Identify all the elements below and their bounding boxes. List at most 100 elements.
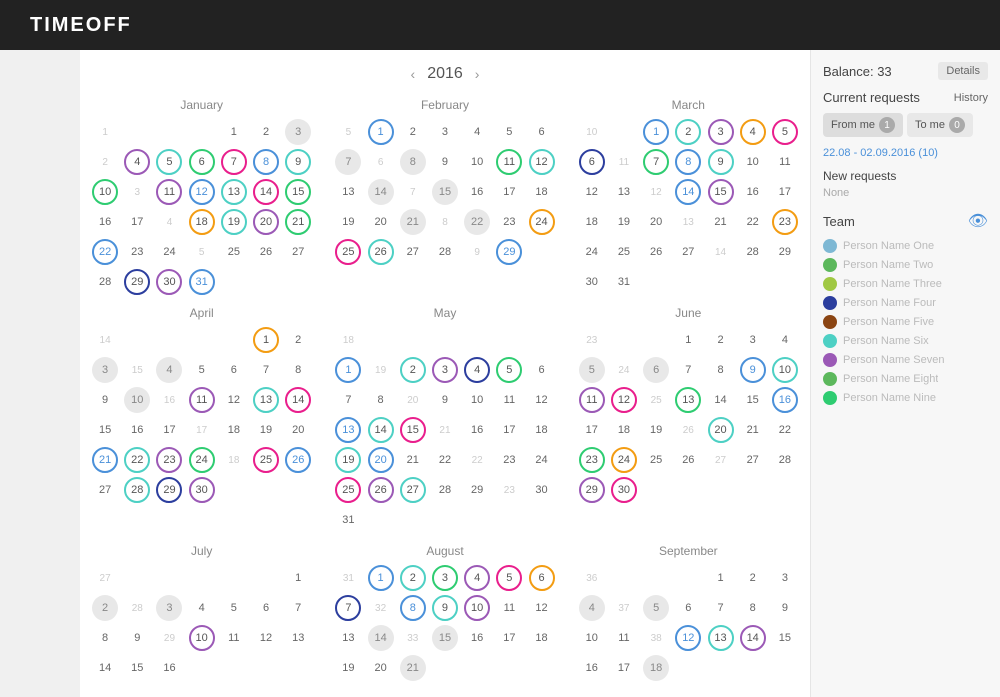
cal-day[interactable]: 21	[400, 209, 426, 235]
cal-day[interactable]: 27	[92, 477, 118, 503]
cal-day[interactable]: 25	[253, 447, 279, 473]
cal-day[interactable]: 6	[189, 149, 215, 175]
cal-day[interactable]: 9	[432, 149, 458, 175]
cal-day[interactable]: 30	[529, 477, 555, 503]
cal-day[interactable]: 10	[464, 149, 490, 175]
cal-day[interactable]: 22	[740, 209, 766, 235]
cal-day[interactable]: 13	[221, 179, 247, 205]
cal-day[interactable]: 24	[529, 447, 555, 473]
team-member[interactable]: Person Name Four	[823, 296, 988, 310]
cal-day[interactable]: 9	[708, 149, 734, 175]
cal-day[interactable]: 12	[675, 625, 701, 651]
cal-day[interactable]: 25	[611, 239, 637, 265]
cal-day[interactable]: 6	[253, 595, 279, 621]
cal-day[interactable]: 2	[400, 565, 426, 591]
cal-day[interactable]: 25	[335, 477, 361, 503]
cal-day[interactable]: 10	[189, 625, 215, 651]
cal-day[interactable]: 17	[579, 417, 605, 443]
cal-day[interactable]: 14	[92, 655, 118, 681]
cal-day[interactable]: 22	[432, 447, 458, 473]
cal-day[interactable]: 6	[643, 357, 669, 383]
cal-day[interactable]: 22	[772, 417, 798, 443]
cal-day[interactable]: 8	[400, 595, 426, 621]
cal-day[interactable]: 23	[579, 447, 605, 473]
cal-day[interactable]: 17	[496, 179, 522, 205]
cal-day[interactable]: 9	[740, 357, 766, 383]
cal-day[interactable]: 19	[253, 417, 279, 443]
cal-day[interactable]: 7	[675, 357, 701, 383]
cal-day[interactable]: 9	[432, 387, 458, 413]
cal-day[interactable]: 23	[772, 209, 798, 235]
cal-day[interactable]: 4	[124, 149, 150, 175]
cal-day[interactable]: 24	[611, 447, 637, 473]
cal-day[interactable]: 14	[253, 179, 279, 205]
cal-day[interactable]: 17	[611, 655, 637, 681]
cal-day[interactable]: 8	[92, 625, 118, 651]
cal-day[interactable]: 8	[253, 149, 279, 175]
cal-day[interactable]: 16	[464, 179, 490, 205]
cal-day[interactable]: 3	[156, 595, 182, 621]
cal-day[interactable]: 24	[189, 447, 215, 473]
cal-day[interactable]: 27	[285, 239, 311, 265]
cal-day[interactable]: 15	[285, 179, 311, 205]
cal-day[interactable]: 10	[464, 387, 490, 413]
cal-day[interactable]: 18	[579, 209, 605, 235]
cal-day[interactable]: 23	[496, 447, 522, 473]
cal-day[interactable]: 31	[611, 269, 637, 295]
cal-day[interactable]: 5	[643, 595, 669, 621]
cal-day[interactable]: 3	[432, 565, 458, 591]
cal-day[interactable]: 4	[464, 357, 490, 383]
cal-day[interactable]: 5	[496, 119, 522, 145]
cal-day[interactable]: 6	[529, 565, 555, 591]
cal-day[interactable]: 15	[740, 387, 766, 413]
cal-day[interactable]: 4	[189, 595, 215, 621]
cal-day[interactable]: 2	[92, 595, 118, 621]
cal-day[interactable]: 2	[400, 119, 426, 145]
cal-day[interactable]: 1	[368, 119, 394, 145]
cal-day[interactable]: 6	[579, 149, 605, 175]
cal-day[interactable]: 1	[368, 565, 394, 591]
cal-day[interactable]: 7	[335, 149, 361, 175]
cal-day[interactable]: 2	[740, 565, 766, 591]
cal-day[interactable]: 12	[579, 179, 605, 205]
cal-day[interactable]: 10	[772, 357, 798, 383]
cal-day[interactable]: 19	[611, 209, 637, 235]
cal-day[interactable]: 18	[643, 655, 669, 681]
cal-day[interactable]: 16	[579, 655, 605, 681]
cal-day[interactable]: 2	[253, 119, 279, 145]
cal-day[interactable]: 11	[496, 595, 522, 621]
cal-day[interactable]: 13	[708, 625, 734, 651]
cal-day[interactable]: 4	[740, 119, 766, 145]
cal-day[interactable]: 1	[643, 119, 669, 145]
cal-day[interactable]: 29	[156, 477, 182, 503]
cal-day[interactable]: 15	[708, 179, 734, 205]
cal-day[interactable]: 16	[464, 625, 490, 651]
cal-day[interactable]: 22	[464, 209, 490, 235]
cal-day[interactable]: 2	[285, 327, 311, 353]
cal-day[interactable]: 11	[611, 625, 637, 651]
cal-day[interactable]: 26	[253, 239, 279, 265]
cal-day[interactable]: 4	[579, 595, 605, 621]
cal-day[interactable]: 6	[221, 357, 247, 383]
cal-day[interactable]: 20	[253, 209, 279, 235]
cal-day[interactable]: 9	[772, 595, 798, 621]
cal-day[interactable]: 10	[740, 149, 766, 175]
cal-day[interactable]: 4	[464, 565, 490, 591]
cal-day[interactable]: 26	[285, 447, 311, 473]
cal-day[interactable]: 5	[156, 149, 182, 175]
cal-day[interactable]: 23	[496, 209, 522, 235]
cal-day[interactable]: 26	[675, 447, 701, 473]
cal-day[interactable]: 22	[124, 447, 150, 473]
cal-day[interactable]: 7	[708, 595, 734, 621]
cal-day[interactable]: 8	[400, 149, 426, 175]
cal-day[interactable]: 20	[368, 447, 394, 473]
cal-day[interactable]: 21	[740, 417, 766, 443]
cal-day[interactable]: 25	[643, 447, 669, 473]
cal-day[interactable]: 13	[675, 387, 701, 413]
cal-day[interactable]: 19	[221, 209, 247, 235]
cal-day[interactable]: 3	[285, 119, 311, 145]
cal-day[interactable]: 5	[772, 119, 798, 145]
cal-day[interactable]: 18	[529, 179, 555, 205]
cal-day[interactable]: 1	[675, 327, 701, 353]
cal-day[interactable]: 3	[432, 119, 458, 145]
